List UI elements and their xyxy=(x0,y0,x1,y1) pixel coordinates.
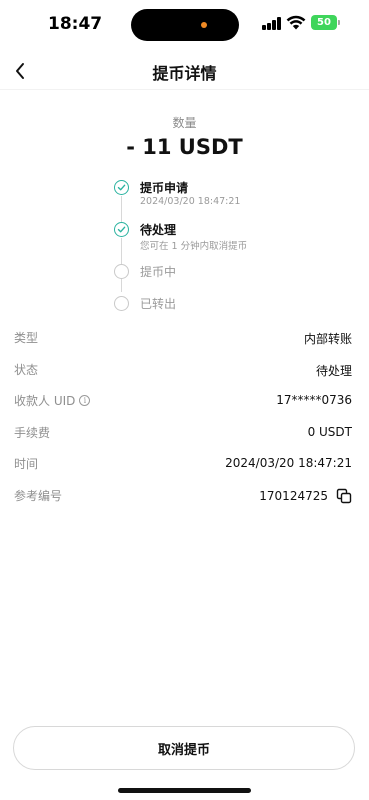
copy-icon[interactable] xyxy=(336,488,352,504)
timeline-step-title: 已转出 xyxy=(140,297,177,311)
detail-row-status: 状态 待处理 xyxy=(14,359,352,381)
detail-label-wrap: 收款人 UID i xyxy=(14,392,91,409)
detail-label: 类型 xyxy=(14,331,39,345)
info-icon[interactable]: i xyxy=(79,395,91,406)
check-circle-icon xyxy=(114,180,129,195)
cancel-withdrawal-button[interactable]: 取消提币 xyxy=(13,726,355,770)
page-title: 提币详情 xyxy=(152,64,217,83)
timeline-step-subtitle: 2024/03/20 18:47:21 xyxy=(140,196,241,207)
detail-label: 手续费 xyxy=(14,426,51,440)
nav-bar: 提币详情 xyxy=(0,52,369,90)
nav-divider xyxy=(0,89,369,90)
detail-label: 收款人 UID xyxy=(14,394,76,408)
wifi-icon xyxy=(286,15,306,30)
detail-value: 内部转账 xyxy=(303,332,352,346)
timeline-step-title: 待处理 xyxy=(140,223,177,237)
detail-row-reference: 参考编号 170124725 xyxy=(14,485,352,507)
timeline-step-title: 提币申请 xyxy=(140,181,189,195)
detail-value: 待处理 xyxy=(315,364,352,378)
detail-row-fee: 手续费 0 USDT xyxy=(14,422,352,444)
home-indicator xyxy=(118,788,251,793)
detail-value-wrap: 170124725 xyxy=(259,488,352,504)
battery-icon: 50 xyxy=(311,15,337,30)
timeline-connector xyxy=(121,238,122,266)
status-timeline: 提币申请 2024/03/20 18:47:21 待处理 您可在 1 分钟内取消… xyxy=(112,176,352,316)
empty-circle-icon xyxy=(114,296,129,311)
detail-value: 0 USDT xyxy=(307,425,352,439)
amount-value: - 11 USDT xyxy=(126,135,243,159)
detail-row-time: 时间 2024/03/20 18:47:21 xyxy=(14,453,352,475)
timeline-connector xyxy=(121,196,122,224)
timeline-step-title: 提币中 xyxy=(140,265,177,279)
detail-label: 参考编号 xyxy=(14,489,63,503)
detail-label: 时间 xyxy=(14,457,39,471)
cellular-signal-icon xyxy=(262,17,282,30)
detail-value: 2024/03/20 18:47:21 xyxy=(225,456,352,470)
recording-indicator-dot xyxy=(201,22,207,28)
timeline-step-subtitle: 您可在 1 分钟内取消提币 xyxy=(140,241,248,252)
detail-row-recipient-uid: 收款人 UID i 17*****0736 xyxy=(14,390,352,412)
detail-label: 状态 xyxy=(14,363,39,377)
detail-row-type: 类型 内部转账 xyxy=(14,327,352,349)
battery-level: 50 xyxy=(317,17,331,28)
dynamic-island xyxy=(131,9,239,41)
detail-value: 170124725 xyxy=(259,489,328,503)
check-circle-icon xyxy=(114,222,129,237)
amount-label: 数量 xyxy=(172,116,197,130)
status-time: 18:47 xyxy=(48,14,103,34)
detail-value: 17*****0736 xyxy=(276,393,352,407)
battery-cap xyxy=(338,20,340,25)
status-bar: 18:47 50 xyxy=(0,0,369,50)
empty-circle-icon xyxy=(114,264,129,279)
